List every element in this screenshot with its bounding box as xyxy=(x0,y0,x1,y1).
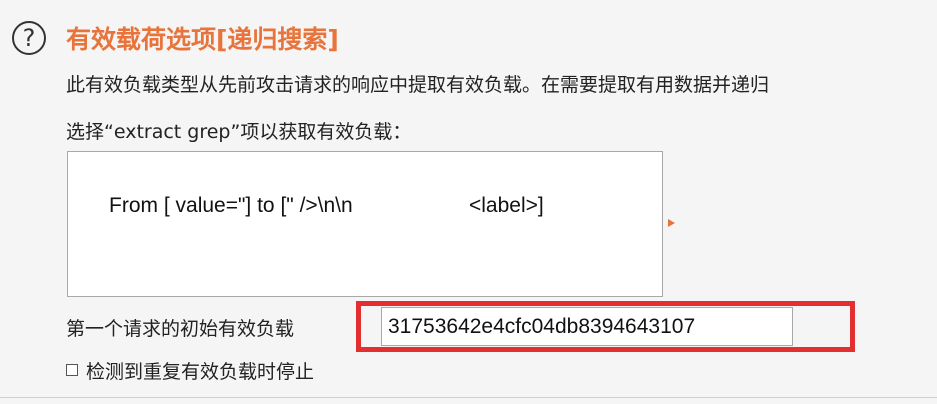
section-title: 有效载荷选项[递归搜索] xyxy=(66,25,339,54)
section-divider xyxy=(0,397,937,398)
list-item[interactable]: From [ value="] to [" />\n\n <label>] xyxy=(68,152,662,217)
expand-arrow-icon[interactable] xyxy=(668,219,675,227)
stop-on-duplicate-label: 检测到重复有效负载时停止 xyxy=(86,360,315,383)
stop-on-duplicate-checkbox[interactable] xyxy=(66,364,78,376)
section-description: 此有效负载类型从先前攻击请求的响应中提取有效负载。在需要提取有用数据并递归 xyxy=(66,74,770,96)
grep-item-rule: From [ value="] to [" />\n\n xyxy=(109,194,353,217)
grep-item-list[interactable]: From [ value="] to [" />\n\n <label>] xyxy=(67,151,663,297)
initial-payload-label: 第一个请求的初始有效负载 xyxy=(66,318,295,340)
grep-item-label: 选择“extract grep”项以获取有效负载： xyxy=(66,121,412,143)
payload-options-panel: ? 有效载荷选项[递归搜索] 此有效负载类型从先前攻击请求的响应中提取有效负载。… xyxy=(0,0,937,404)
grep-item-extra: <label>] xyxy=(469,194,544,217)
initial-payload-input[interactable] xyxy=(381,307,793,346)
stop-on-duplicate-option[interactable]: 检测到重复有效负载时停止 xyxy=(66,356,314,384)
help-icon[interactable]: ? xyxy=(12,21,46,55)
